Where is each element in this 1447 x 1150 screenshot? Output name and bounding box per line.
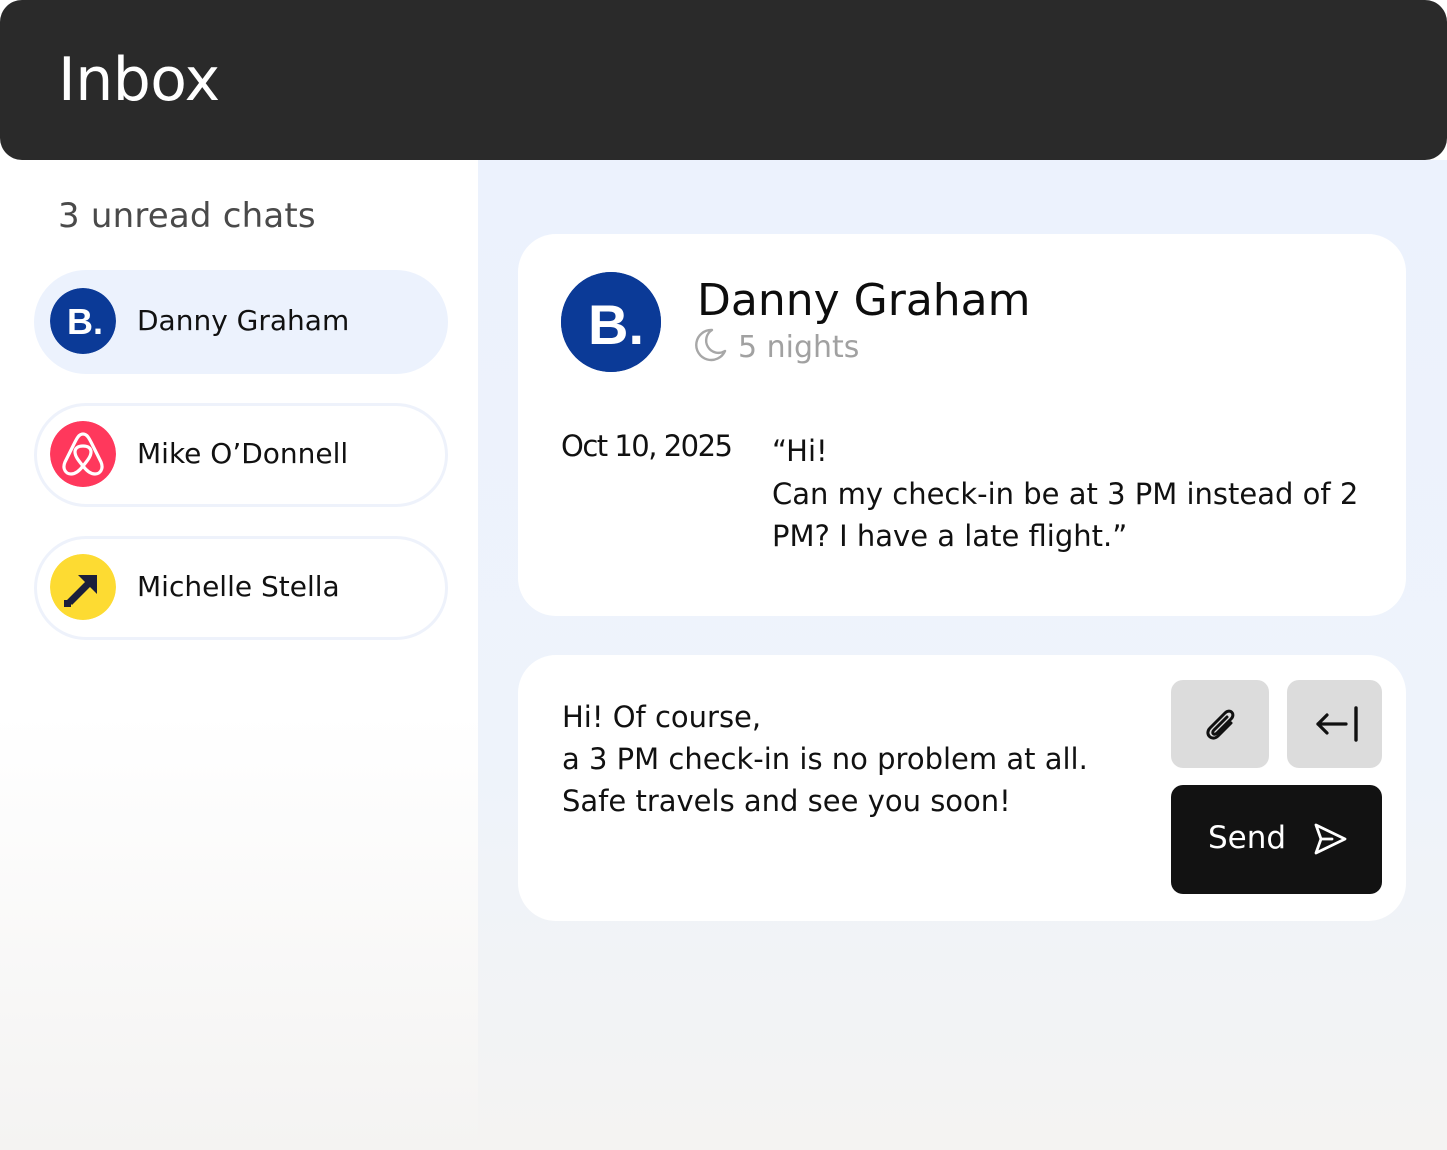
chat-name: Michelle Stella	[137, 570, 340, 603]
guest-name: Danny Graham	[697, 275, 1031, 326]
booking-logo-icon: B.	[561, 272, 661, 372]
chat-name: Danny Graham	[137, 304, 350, 337]
airbnb-logo-icon	[50, 421, 116, 487]
message-text-line: Can my check-in be at 3 PM instead of 2	[772, 477, 1359, 511]
paperclip-icon	[1206, 709, 1235, 740]
svg-text:B.: B.	[67, 301, 103, 342]
send-button-label: Send	[1208, 820, 1287, 856]
send-icon	[1314, 823, 1347, 855]
moon-icon	[695, 328, 727, 362]
arrow-left-to-line-icon	[1316, 706, 1358, 742]
stay-length: 5 nights	[738, 330, 860, 365]
attach-button[interactable]	[1171, 680, 1269, 768]
reply-text-line[interactable]: Safe travels and see you soon!	[562, 780, 1011, 822]
booking-logo-icon: B.	[50, 288, 116, 354]
message-text-line: “Hi!	[772, 434, 828, 468]
unread-count-label: 3 unread chats	[58, 196, 316, 236]
send-button[interactable]: Send	[1171, 785, 1382, 894]
message-date: Oct 10, 2025	[561, 429, 733, 463]
back-button[interactable]	[1287, 680, 1382, 768]
expedia-logo-icon	[50, 554, 116, 620]
svg-text:B.: B.	[588, 293, 644, 356]
reply-text-line[interactable]: Hi! Of course,	[562, 696, 761, 738]
chat-item-michelle-stella[interactable]: Michelle Stella	[34, 536, 448, 640]
chat-item-danny-graham[interactable]: B. Danny Graham	[34, 270, 448, 374]
chat-item-mike-odonnell[interactable]: Mike O’Donnell	[34, 403, 448, 507]
app-header: Inbox	[0, 0, 1447, 160]
chat-name: Mike O’Donnell	[137, 437, 349, 470]
page-title: Inbox	[58, 45, 220, 115]
reply-text-line[interactable]: a 3 PM check-in is no problem at all.	[562, 738, 1088, 780]
message-text-line: PM? I have a late flight.”	[772, 519, 1128, 553]
